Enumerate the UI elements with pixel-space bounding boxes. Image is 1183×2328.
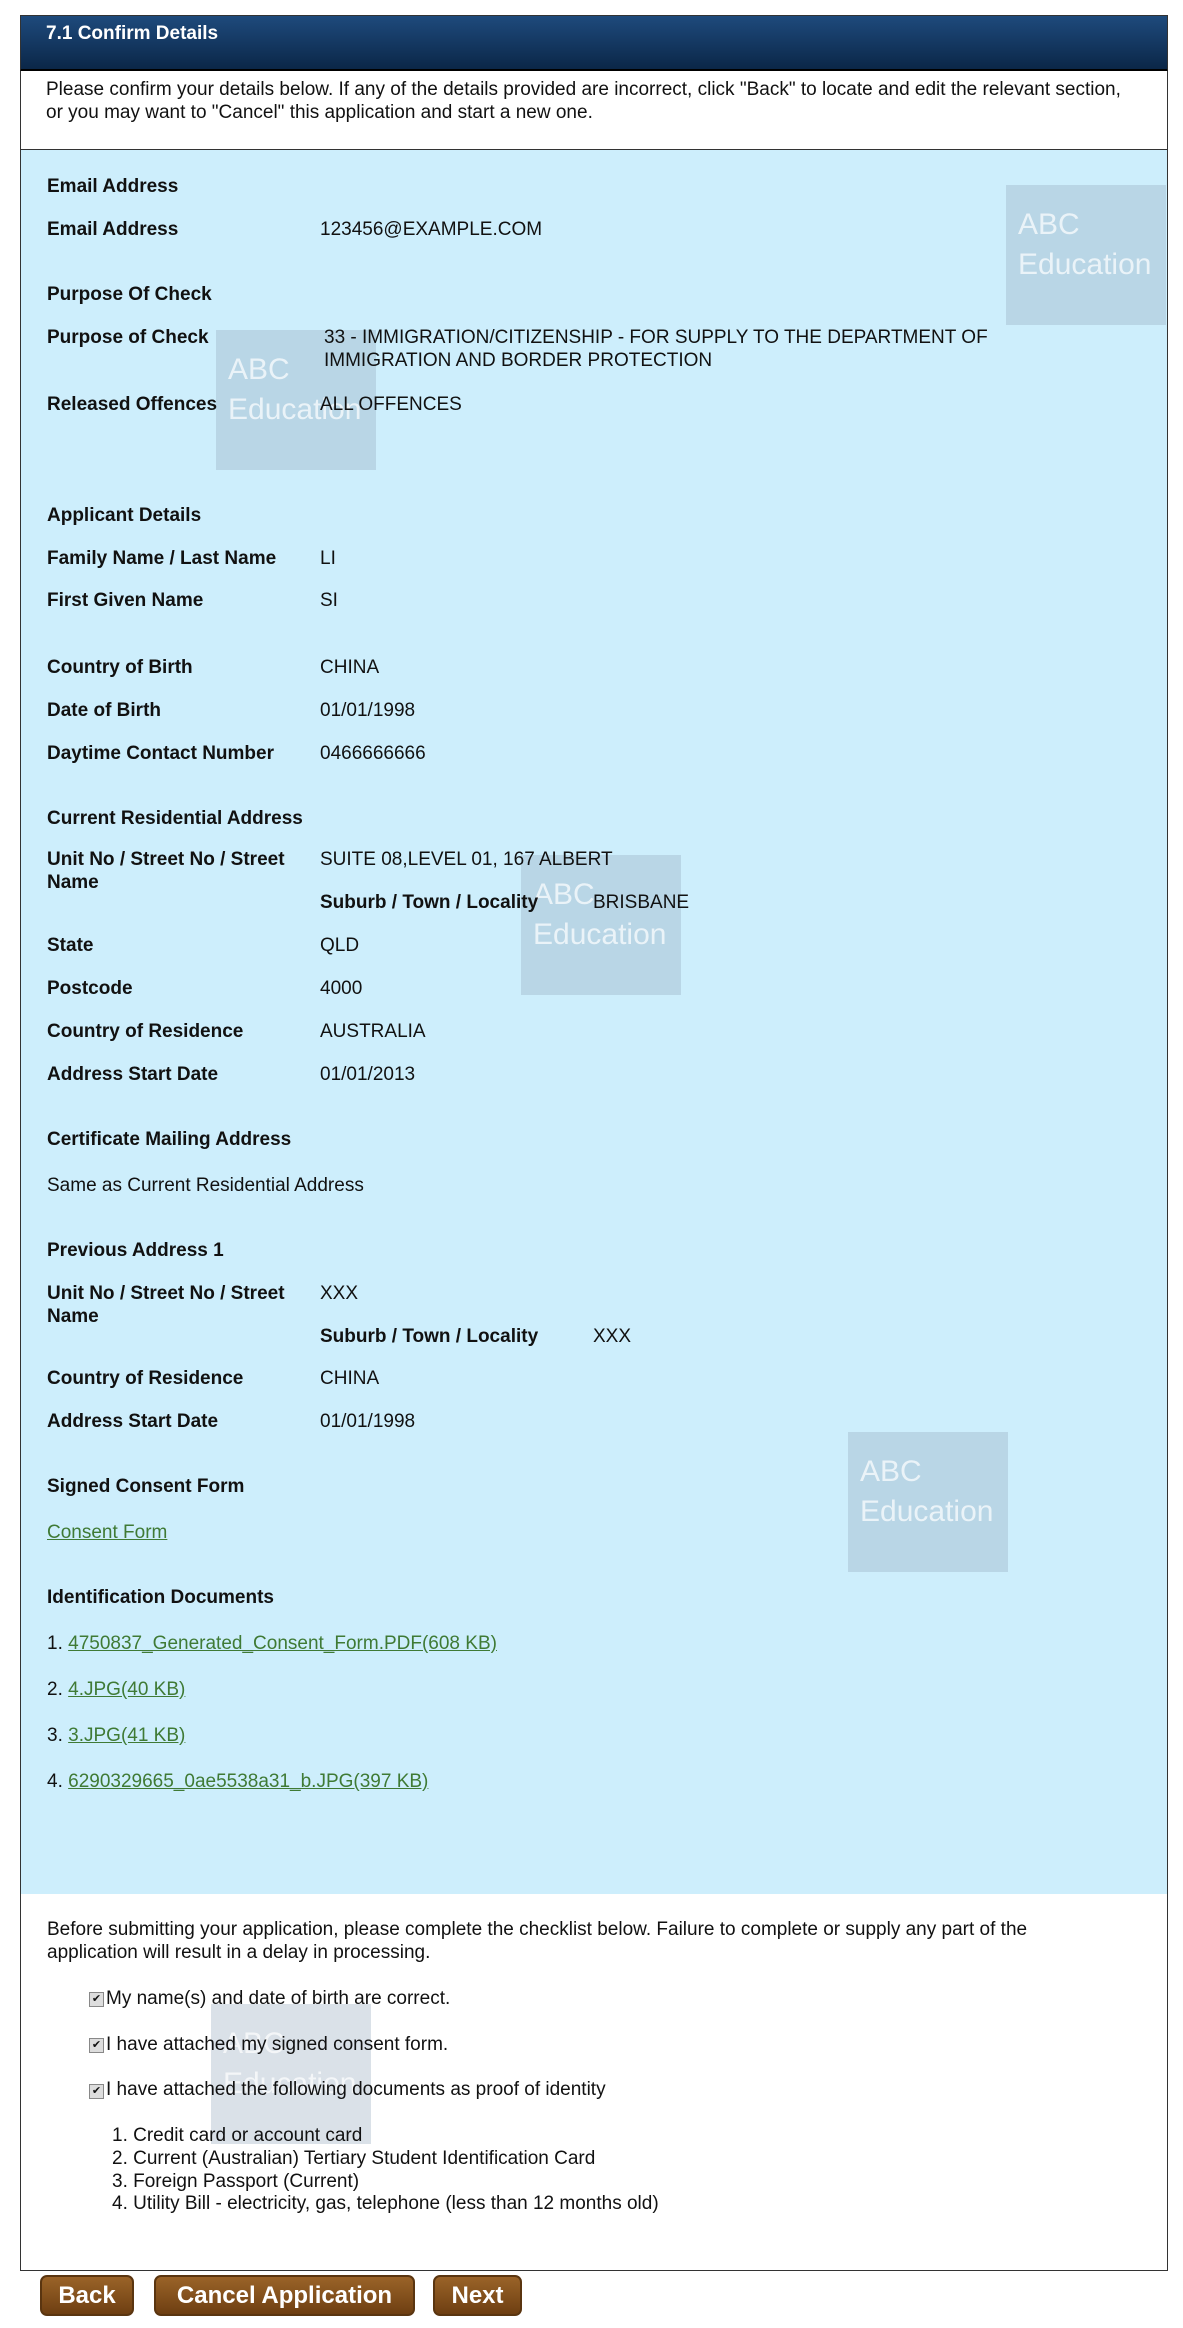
country-of-residence-label: Country of Residence [47, 1021, 244, 1042]
given-name-label: First Given Name [47, 590, 204, 611]
document-item: 4. 6290329665_0ae5538a31_b.JPG(397 KB) [47, 1771, 429, 1792]
phone-label: Daytime Contact Number [47, 743, 274, 764]
purpose-value-2: IMMIGRATION AND BORDER PROTECTION [324, 350, 713, 371]
suburb-value: BRISBANE [593, 892, 690, 913]
consent-heading: Signed Consent Form [47, 1476, 245, 1497]
checklist-label: I have attached my signed consent form. [106, 2034, 449, 2055]
prev-suburb-label: Suburb / Town / Locality [320, 1326, 539, 1347]
doc-type-item: 2. Current (Australian) Tertiary Student… [112, 2148, 596, 2169]
prev-street-label: Unit No / Street No / Street [47, 1283, 285, 1304]
watermark-logo: ABC Education [521, 855, 681, 995]
given-name-value: SI [320, 590, 338, 611]
postcode-value: 4000 [320, 978, 363, 999]
family-name-label: Family Name / Last Name [47, 548, 277, 569]
checkbox-documents-attached[interactable]: ✔ [89, 2084, 104, 2099]
purpose-heading: Purpose Of Check [47, 284, 212, 305]
checklist-panel: ABC Education Before submitting your appl… [20, 1894, 1168, 2271]
checkbox-names-correct[interactable]: ✔ [89, 1992, 104, 2007]
prev-suburb-value: XXX [593, 1326, 632, 1347]
address-start-value: 01/01/2013 [320, 1064, 416, 1085]
document-link[interactable]: 3.JPG(41 KB) [68, 1725, 185, 1746]
street-label: Unit No / Street No / Street [47, 849, 285, 870]
document-item: 1. 4750837_Generated_Consent_Form.PDF(60… [47, 1633, 497, 1654]
purpose-value: 33 - IMMIGRATION/CITIZENSHIP - FOR SUPPL… [324, 327, 988, 348]
postcode-label: Postcode [47, 978, 133, 999]
purpose-label: Purpose of Check [47, 327, 209, 348]
email-value: 123456@EXAMPLE.COM [320, 219, 543, 240]
checkbox-consent-attached[interactable]: ✔ [89, 2038, 104, 2053]
country-of-birth-value: CHINA [320, 657, 380, 678]
doc-type-item: 1. Credit card or account card [112, 2125, 363, 2146]
street-label-2: Name [47, 872, 99, 893]
prev-country-label: Country of Residence [47, 1368, 244, 1389]
previous-address-heading: Previous Address 1 [47, 1240, 224, 1261]
documents-heading: Identification Documents [47, 1587, 274, 1608]
checklist-label: I have attached the following documents … [106, 2079, 606, 2100]
current-address-heading: Current Residential Address [47, 808, 303, 829]
mailing-value: Same as Current Residential Address [47, 1175, 364, 1196]
state-label: State [47, 935, 94, 956]
prev-street-label-2: Name [47, 1306, 99, 1327]
page-title: 7.1 Confirm Details [46, 23, 219, 44]
offences-value: ALL OFFENCES [320, 394, 462, 415]
consent-form-link[interactable]: Consent Form [47, 1521, 167, 1544]
family-name-value: LI [320, 548, 336, 569]
prev-start-label: Address Start Date [47, 1411, 219, 1432]
cancel-application-button[interactable]: Cancel Application [154, 2275, 415, 2316]
intro-panel: Please confirm your details below. If an… [20, 71, 1168, 150]
document-link[interactable]: 6290329665_0ae5538a31_b.JPG(397 KB) [68, 1771, 428, 1792]
details-panel: ABC Education ABC Education ABC Education A… [20, 149, 1168, 1895]
section-header: 7.1 Confirm Details [20, 15, 1168, 72]
watermark-logo: ABC Education [848, 1432, 1008, 1572]
address-start-label: Address Start Date [47, 1064, 219, 1085]
email-label: Email Address [47, 219, 179, 240]
prev-street-value: XXX [320, 1283, 359, 1304]
state-value: QLD [320, 935, 360, 956]
country-of-birth-label: Country of Birth [47, 657, 193, 678]
document-item: 2. 4.JPG(40 KB) [47, 1679, 186, 1700]
doc-type-item: 3. Foreign Passport (Current) [112, 2171, 360, 2192]
intro-text: Please confirm your details below. If an… [46, 79, 1121, 123]
document-link[interactable]: 4750837_Generated_Consent_Form.PDF(608 K… [68, 1633, 497, 1654]
country-of-residence-value: AUSTRALIA [320, 1021, 426, 1042]
checklist-label: My name(s) and date of birth are correct… [106, 1988, 451, 2009]
document-link[interactable]: 4.JPG(40 KB) [68, 1679, 185, 1700]
mailing-heading: Certificate Mailing Address [47, 1129, 292, 1150]
next-button[interactable]: Next [433, 2275, 522, 2316]
prev-country-value: CHINA [320, 1368, 380, 1389]
street-value: SUITE 08,LEVEL 01, 167 ALBERT [320, 849, 613, 870]
document-item: 3. 3.JPG(41 KB) [47, 1725, 186, 1746]
prev-start-value: 01/01/1998 [320, 1411, 416, 1432]
back-button[interactable]: Back [40, 2275, 134, 2316]
suburb-label: Suburb / Town / Locality [320, 892, 539, 913]
watermark-logo: ABC Education [1006, 185, 1166, 325]
watermark-logo: ABC Education [211, 2004, 371, 2144]
offences-label: Released Offences [47, 394, 218, 415]
doc-type-item: 4. Utility Bill - electricity, gas, tele… [112, 2193, 659, 2214]
dob-value: 01/01/1998 [320, 700, 416, 721]
checklist-intro-2: application will result in a delay in pr… [47, 1942, 431, 1963]
applicant-heading: Applicant Details [47, 505, 202, 526]
email-heading: Email Address [47, 176, 179, 197]
dob-label: Date of Birth [47, 700, 161, 721]
phone-value: 0466666666 [320, 743, 426, 764]
checklist-intro: Before submitting your application, plea… [47, 1919, 1028, 1940]
